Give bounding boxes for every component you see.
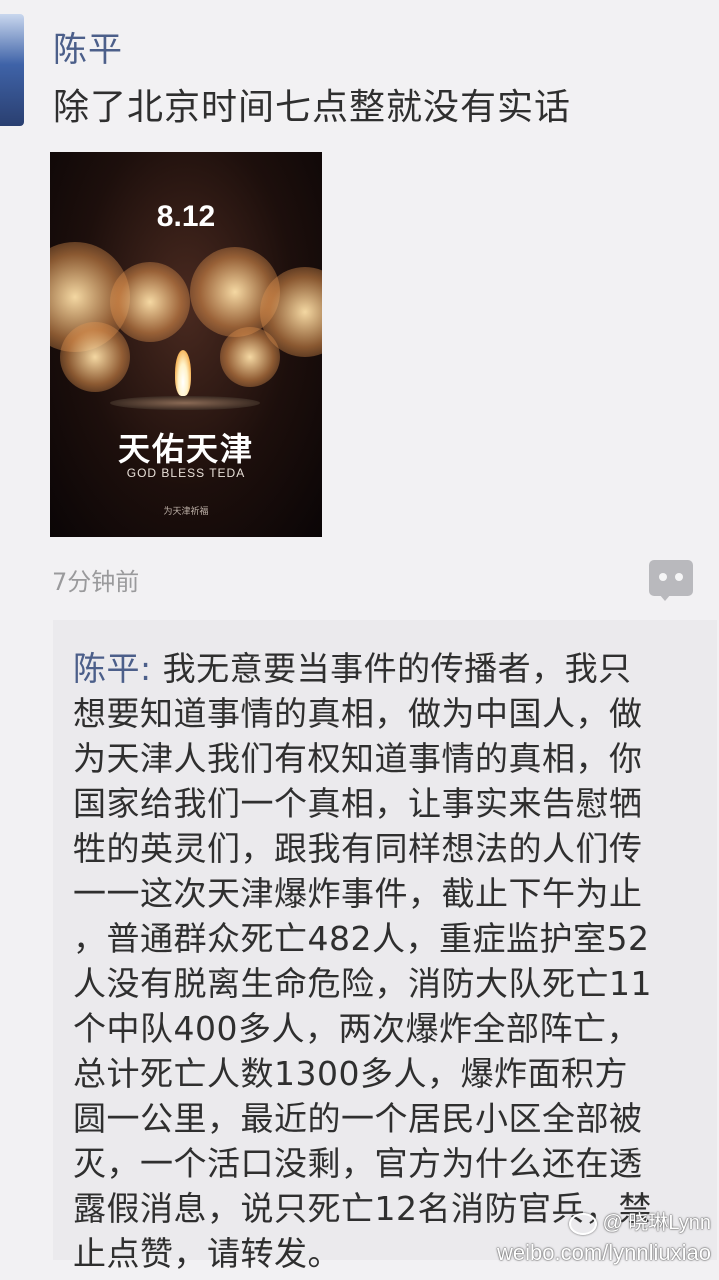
post-timestamp: 7分钟前 — [52, 568, 140, 596]
comment-line: ，普通群众死亡482人，重症监护室52 — [73, 919, 650, 958]
comment-line: 牲的英灵们，跟我有同样想法的人们传 — [73, 829, 643, 868]
bokeh-light — [110, 262, 190, 342]
post-author-name[interactable]: 陈平 — [53, 22, 123, 71]
comment-line: 陈平: 我无意要当事件的传播者，我只 — [73, 642, 632, 690]
comment-line: 为天津人我们有权知道事情的真相，你 — [73, 739, 643, 778]
comment-line: 一一这次天津爆炸事件，截止下午为止 — [73, 874, 643, 913]
avatar[interactable] — [0, 14, 24, 126]
poster-subtitle: GOD BLESS TEDA — [126, 466, 246, 480]
watermark-user-text: @ 晓琳Lynn — [602, 1212, 712, 1234]
poster-title: 天佑天津 — [117, 430, 254, 468]
comment-line: 灭，一个活口没剩，官方为什么还在透 — [73, 1144, 643, 1183]
comment-line: 圆一公里，最近的一个居民小区全部被 — [73, 1099, 643, 1138]
comment-icon-dot — [659, 573, 667, 581]
post-image[interactable]: 8.12 天佑天津 GOD BLESS TEDA 为天津祈福 — [50, 152, 322, 537]
comment-line: 总计死亡人数1300多人，爆炸面积方 — [73, 1054, 628, 1093]
comment-line: 想要知道事情的真相，做为中国人，做 — [73, 694, 643, 733]
comment-box: 陈平: 我无意要当事件的传播者，我只 想要知道事情的真相，做为中国人，做 为天津… — [53, 620, 717, 1273]
comment-icon[interactable] — [649, 560, 693, 601]
comment-author[interactable]: 陈平: — [73, 649, 163, 688]
comment-line: 露假消息，说只死亡12名消防官兵，禁 — [73, 1189, 652, 1228]
weibo-logo-icon — [568, 1212, 597, 1235]
comment-line: 个中队400多人，两次爆炸全部阵亡， — [73, 1009, 640, 1048]
comment-line: 止点赞，请转发。 — [73, 1234, 341, 1273]
post-text: 除了北京时间七点整就没有实话 — [53, 87, 572, 128]
candle-icon — [110, 396, 260, 410]
watermark-url: weibo.com/lynnliuxiao — [497, 1240, 711, 1265]
comment-text: 我无意要当事件的传播者，我只 — [162, 649, 632, 688]
candle-flame-icon — [175, 350, 191, 396]
comment-icon-tail — [659, 594, 671, 601]
watermark-user: @ 晓琳Lynn — [568, 1206, 712, 1235]
comment-line: 国家给我们一个真相，让事实来告慰牺 — [73, 784, 643, 823]
poster-date: 8.12 — [156, 200, 216, 233]
comment-line: 人没有脱离生命危险，消防大队死亡11 — [73, 964, 652, 1003]
bokeh-light — [220, 327, 280, 387]
poster-credit: 为天津祈福 — [163, 507, 209, 517]
bokeh-light — [60, 322, 130, 392]
comment-icon-dot — [675, 573, 683, 581]
